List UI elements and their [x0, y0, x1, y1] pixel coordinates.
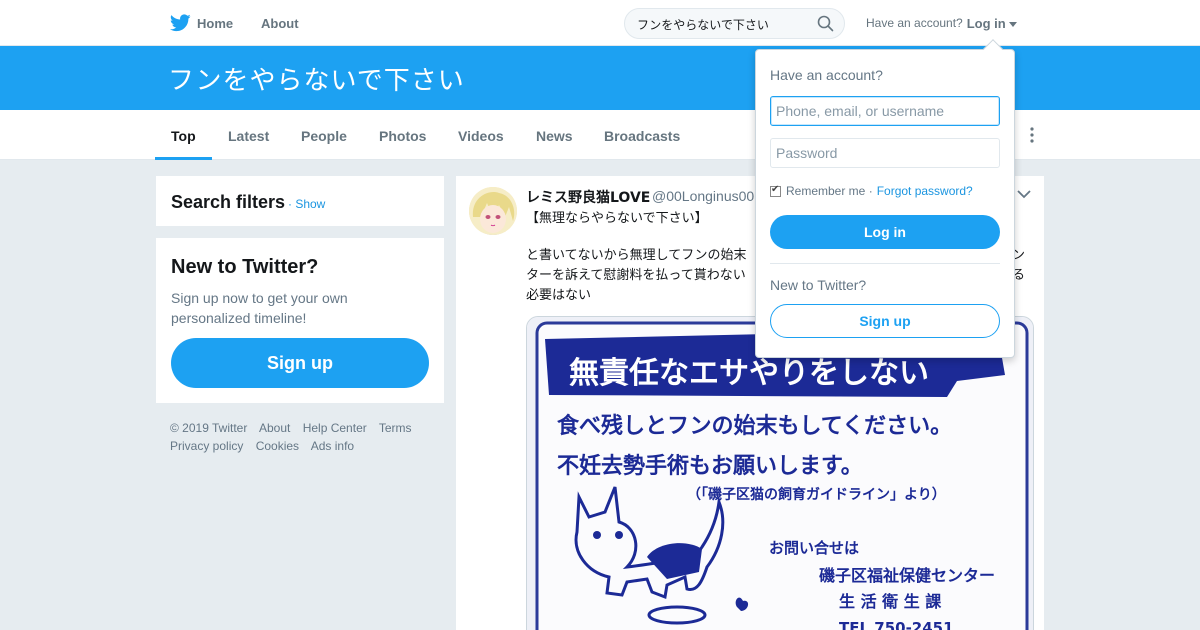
notice-line-2: 不妊去勢手術もお願いします。	[557, 453, 863, 479]
notice-office: 磯子区福祉保健センター	[819, 566, 995, 585]
remember-me-label[interactable]: Remember me ·	[786, 184, 873, 198]
tweet-author-handle[interactable]: @00Longinus00	[652, 188, 754, 204]
forgot-password-link[interactable]: Forgot password?	[877, 184, 973, 198]
remember-me-checkbox[interactable]	[770, 184, 781, 197]
avatar[interactable]	[469, 187, 517, 235]
notice-line-1: 食べ残しとフンの始末もしてください。	[557, 413, 952, 439]
search-tabs: Top Latest People Photos Videos News Bro…	[0, 110, 1200, 160]
sidebar-signup-button[interactable]: Sign up	[171, 338, 429, 388]
password-field[interactable]	[770, 138, 1000, 168]
footer-link-cookies[interactable]: Cookies	[256, 439, 299, 453]
account-prompt: Have an account?	[866, 16, 963, 30]
tab-latest[interactable]: Latest	[228, 110, 269, 160]
footer-link-about[interactable]: About	[259, 421, 290, 435]
search-box[interactable]	[624, 8, 845, 39]
tweet-text-line: と書いてないから無理してフンの始末	[526, 248, 747, 263]
search-icon[interactable]	[817, 15, 834, 32]
active-tab-indicator	[155, 157, 212, 160]
login-dropdown: Have an account? Remember me · Forgot pa…	[755, 39, 1015, 358]
tweet-text-first-line: 【無理ならやらないで下さい】	[526, 211, 708, 226]
notice-line-3: （「磯子区猫の飼育ガイドライン」より）	[687, 486, 946, 503]
notice-banner-text: 無責任なエサやりをしない	[569, 356, 929, 391]
footer-link-privacy[interactable]: Privacy policy	[170, 439, 243, 453]
footer-link-ads-info[interactable]: Ads info	[311, 439, 354, 453]
new-to-twitter-description: Sign up now to get your own personalized…	[171, 290, 348, 326]
remember-me-row: Remember me · Forgot password?	[770, 184, 973, 198]
twitter-bird-icon	[170, 14, 191, 32]
tweet-text-line: 必要はない	[526, 288, 592, 303]
notice-sign-illustration: 無責任なエサやりをしない 食べ残しとフンの始末もしてください。 不妊去勢手術もお…	[527, 317, 1033, 630]
footer-links: © 2019 Twitter About Help Center Terms P…	[170, 419, 440, 455]
tab-broadcasts[interactable]: Broadcasts	[604, 110, 680, 160]
footer-copyright: © 2019 Twitter	[170, 421, 248, 435]
login-menu-trigger[interactable]: Log in	[967, 16, 1006, 31]
notice-tel: TEL 750-2451	[839, 619, 954, 630]
new-to-twitter-prompt: New to Twitter?	[770, 277, 867, 293]
tab-news[interactable]: News	[536, 110, 573, 160]
notice-section: 生 活 衛 生 課	[839, 592, 942, 611]
tab-top[interactable]: Top	[171, 110, 196, 160]
search-banner: フンをやらないで下さい	[0, 46, 1200, 110]
footer-link-help-center[interactable]: Help Center	[303, 421, 367, 435]
dropdown-signup-button[interactable]: Sign up	[770, 304, 1000, 338]
login-dropdown-title: Have an account?	[770, 67, 883, 83]
more-vertical-icon[interactable]	[1030, 127, 1034, 143]
nav-home-label: Home	[197, 15, 234, 31]
tweet-author-name[interactable]: レミス野良猫LOVE	[526, 187, 650, 207]
login-button[interactable]: Log in	[770, 215, 1000, 249]
caret-down-icon[interactable]	[1008, 21, 1017, 27]
new-to-twitter-title: New to Twitter?	[171, 256, 319, 278]
search-filters-title: Search filters	[171, 192, 286, 212]
notice-contact: お問い合せは	[769, 539, 859, 557]
nav-about-link[interactable]: About	[261, 0, 299, 46]
chevron-down-icon[interactable]	[1017, 190, 1031, 199]
tab-photos[interactable]: Photos	[379, 110, 426, 160]
tweet-media-image[interactable]: 無責任なエサやりをしない 食べ残しとフンの始末もしてください。 不妊去勢手術もお…	[526, 316, 1034, 630]
nav-home-link[interactable]: Home	[170, 0, 233, 46]
page-title: フンをやらないで下さい	[168, 66, 465, 96]
tab-people[interactable]: People	[301, 110, 347, 160]
tab-videos[interactable]: Videos	[458, 110, 504, 160]
tweet-text-line: ターを訴えて慰謝料を払って貰わない	[526, 268, 746, 283]
account-menu[interactable]: Have an account? Log in	[866, 0, 1017, 46]
top-navigation-bar: Home About Have an account? Log in	[0, 0, 1200, 46]
search-input[interactable]	[637, 15, 812, 33]
search-filters-card: Search filters · Show	[156, 176, 444, 226]
username-field[interactable]	[770, 96, 1000, 126]
search-filters-show-link[interactable]: · Show	[288, 197, 325, 211]
divider	[770, 263, 1000, 264]
footer-link-terms[interactable]: Terms	[379, 421, 412, 435]
new-to-twitter-card: New to Twitter? Sign up now to get your …	[156, 238, 444, 403]
